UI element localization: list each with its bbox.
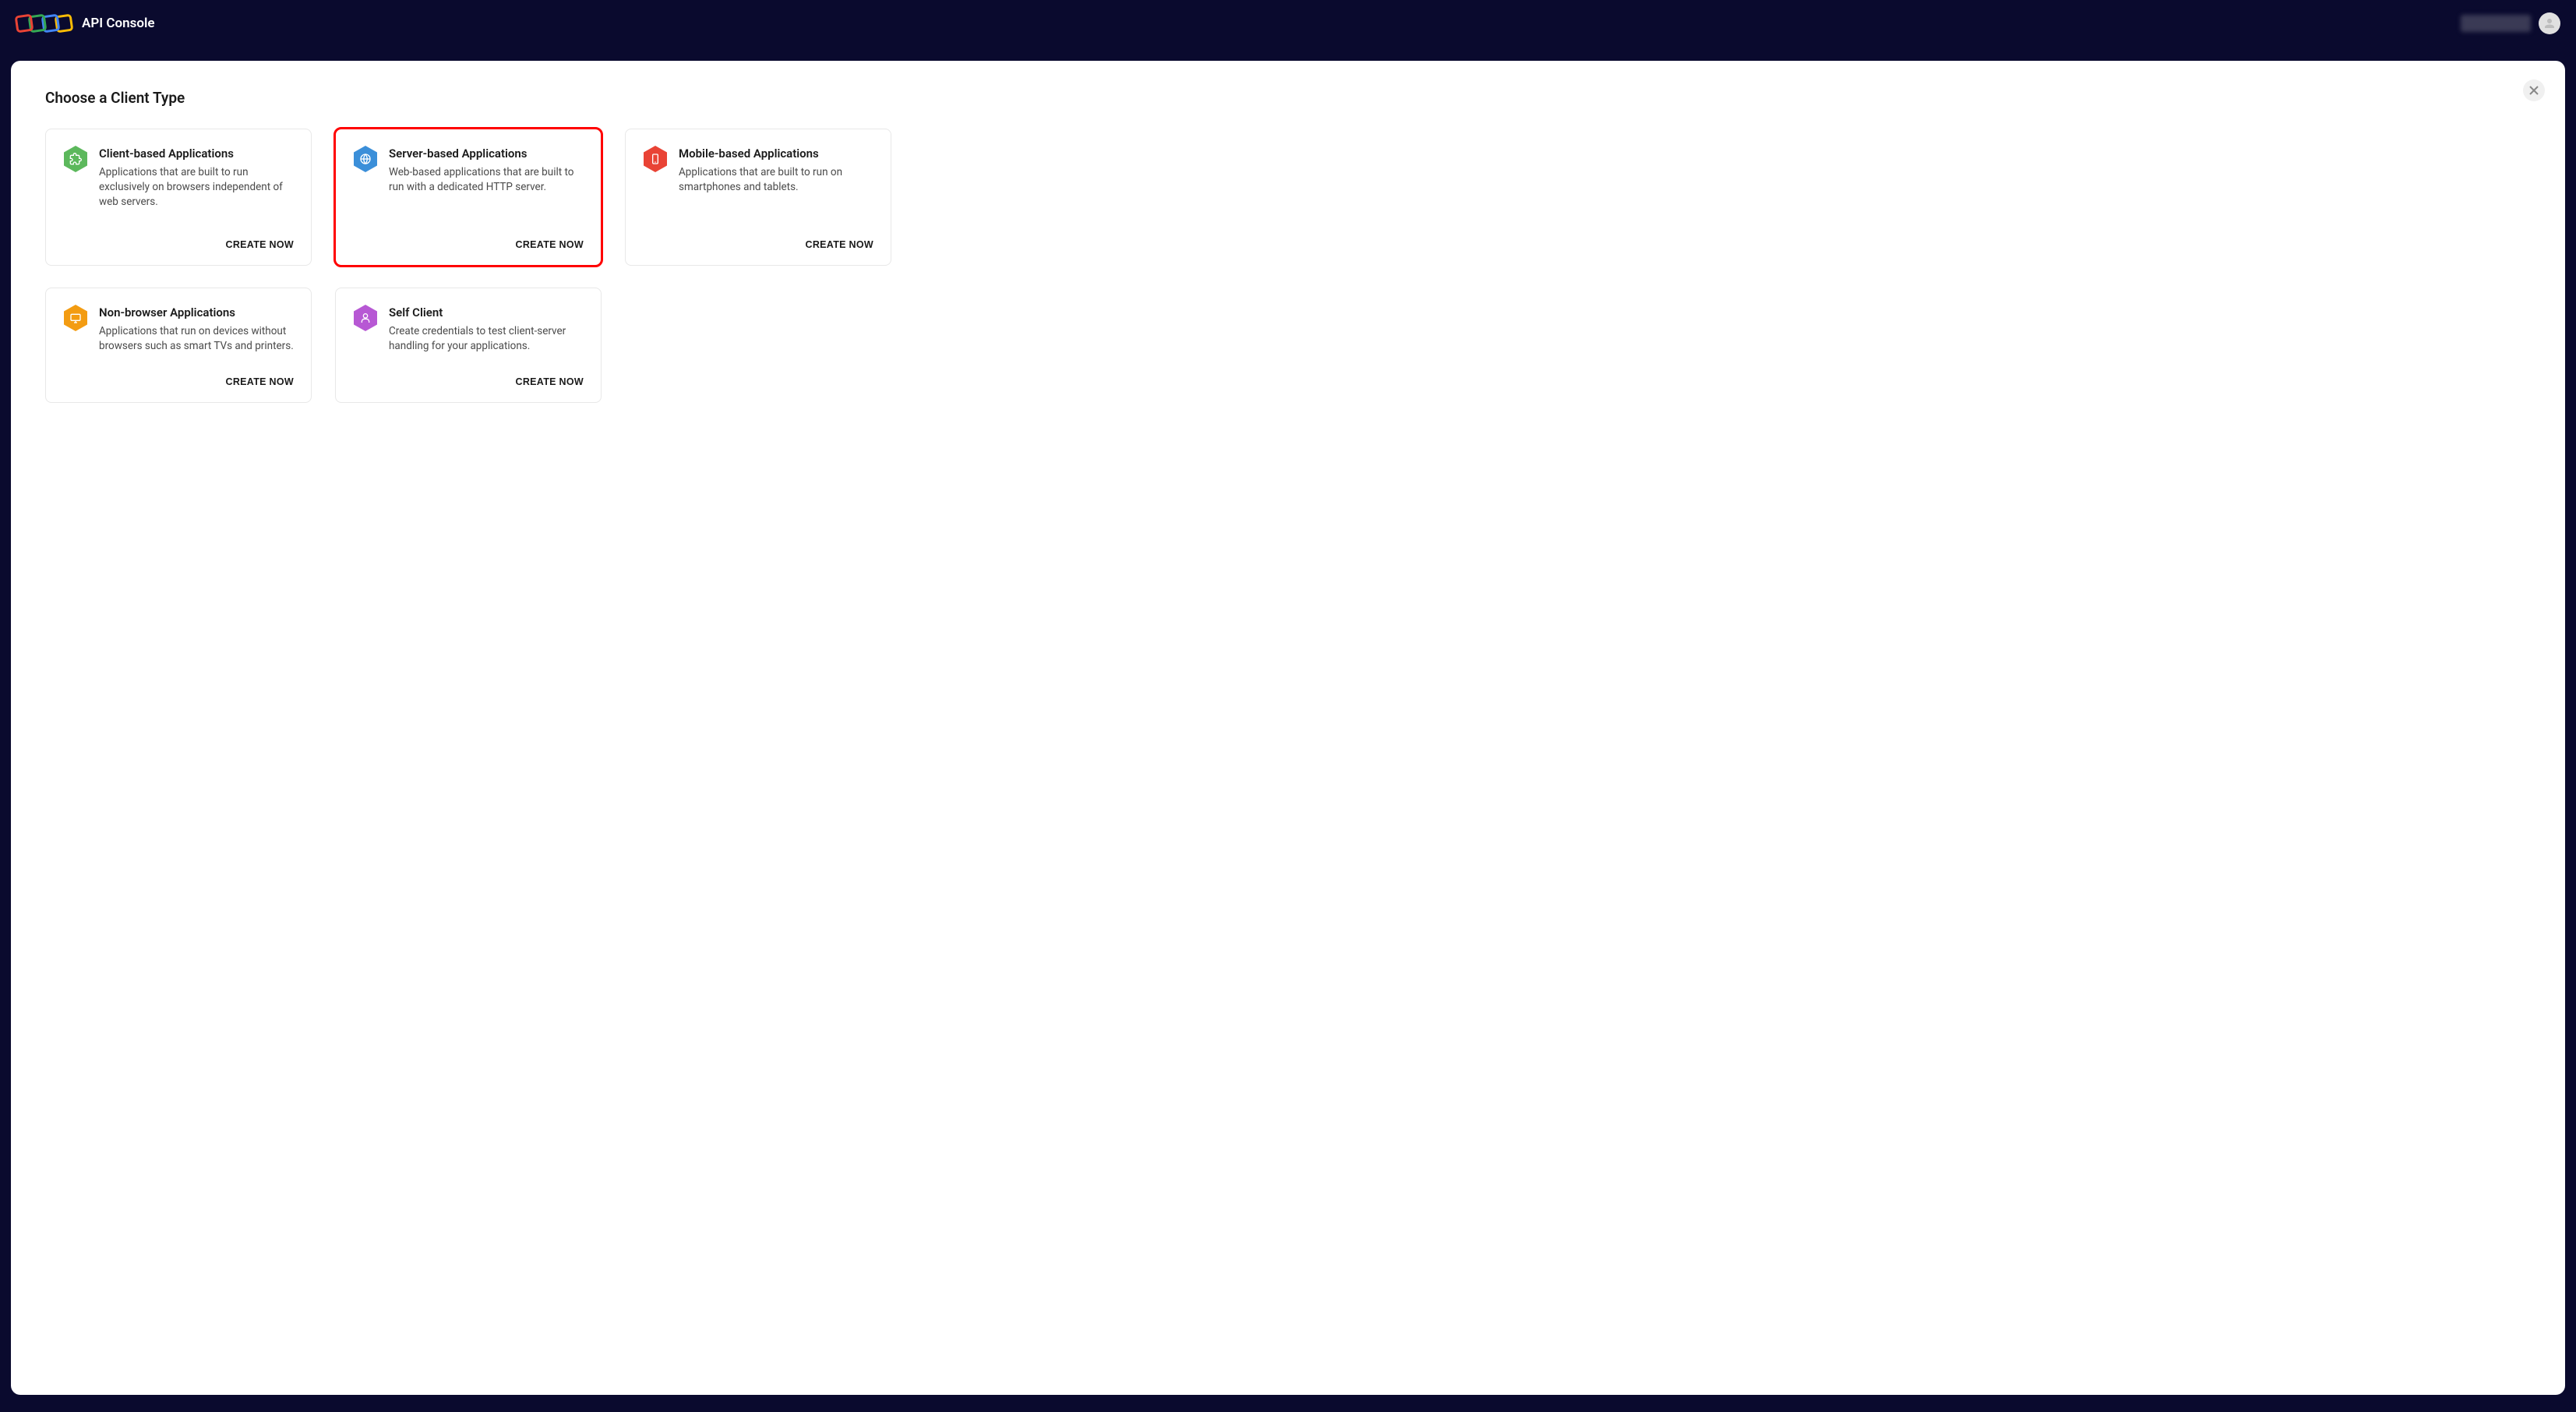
card-header: Client-based Applications Applications t… xyxy=(63,146,294,225)
user-name-redacted xyxy=(2461,15,2531,32)
card-description: Applications that are built to run exclu… xyxy=(99,165,294,210)
card-description: Applications that are built to run on sm… xyxy=(679,165,873,195)
avatar[interactable] xyxy=(2539,12,2560,34)
card-title: Self Client xyxy=(389,305,584,319)
monitor-icon xyxy=(63,305,88,330)
card-header: Server-based Applications Web-based appl… xyxy=(353,146,584,225)
card-client-based[interactable]: Client-based Applications Applications t… xyxy=(45,129,312,266)
card-content: Client-based Applications Applications t… xyxy=(99,146,294,225)
card-content: Mobile-based Applications Applications t… xyxy=(679,146,873,225)
card-header: Mobile-based Applications Applications t… xyxy=(643,146,873,225)
app-title: API Console xyxy=(82,16,155,31)
card-description: Create credentials to test client-server… xyxy=(389,324,584,354)
card-server-based[interactable]: Server-based Applications Web-based appl… xyxy=(335,129,602,266)
client-type-cards: Client-based Applications Applications t… xyxy=(45,129,2531,403)
globe-icon xyxy=(353,146,378,171)
card-description: Applications that run on devices without… xyxy=(99,324,294,354)
create-now-button[interactable]: CREATE NOW xyxy=(516,239,584,250)
close-button[interactable] xyxy=(2523,79,2545,101)
user-icon xyxy=(2542,16,2557,30)
main-panel: Choose a Client Type Client-based Applic… xyxy=(11,61,2565,1395)
card-action: CREATE NOW xyxy=(353,236,584,251)
card-title: Non-browser Applications xyxy=(99,305,294,319)
create-now-button[interactable]: CREATE NOW xyxy=(226,376,295,387)
card-header: Self Client Create credentials to test c… xyxy=(353,305,584,362)
card-action: CREATE NOW xyxy=(63,373,294,388)
card-title: Client-based Applications xyxy=(99,146,294,161)
app-header: API Console xyxy=(0,0,2576,47)
card-header: Non-browser Applications Applications th… xyxy=(63,305,294,362)
puzzle-icon xyxy=(63,146,88,171)
card-content: Self Client Create credentials to test c… xyxy=(389,305,584,362)
create-now-button[interactable]: CREATE NOW xyxy=(806,239,874,250)
header-left: API Console xyxy=(16,15,155,32)
header-right xyxy=(2461,12,2560,34)
create-now-button[interactable]: CREATE NOW xyxy=(226,239,295,250)
close-icon xyxy=(2529,86,2539,95)
card-content: Server-based Applications Web-based appl… xyxy=(389,146,584,225)
card-mobile-based[interactable]: Mobile-based Applications Applications t… xyxy=(625,129,891,266)
card-action: CREATE NOW xyxy=(643,236,873,251)
card-self-client[interactable]: Self Client Create credentials to test c… xyxy=(335,288,602,403)
card-title: Server-based Applications xyxy=(389,146,584,161)
card-action: CREATE NOW xyxy=(63,236,294,251)
page-title: Choose a Client Type xyxy=(45,89,2531,107)
card-title: Mobile-based Applications xyxy=(679,146,873,161)
card-content: Non-browser Applications Applications th… xyxy=(99,305,294,362)
create-now-button[interactable]: CREATE NOW xyxy=(516,376,584,387)
logo-part-red xyxy=(15,14,34,34)
person-icon xyxy=(353,305,378,330)
card-description: Web-based applications that are built to… xyxy=(389,165,584,195)
card-non-browser[interactable]: Non-browser Applications Applications th… xyxy=(45,288,312,403)
zoho-logo[interactable] xyxy=(16,15,72,32)
mobile-icon xyxy=(643,146,668,171)
card-action: CREATE NOW xyxy=(353,373,584,388)
